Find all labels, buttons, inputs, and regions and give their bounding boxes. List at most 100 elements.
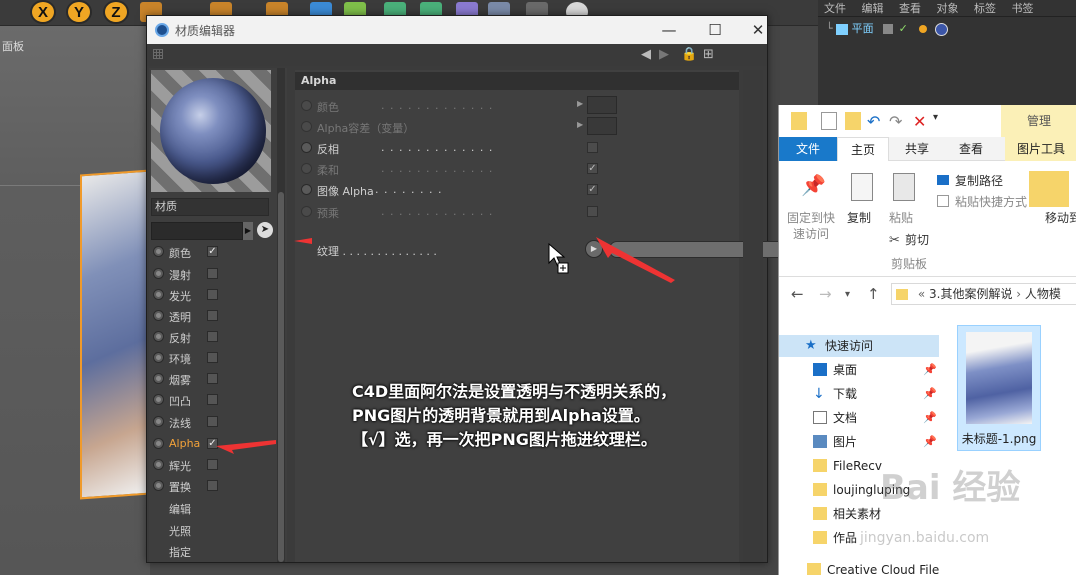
copy-button[interactable]: 复制 <box>847 209 871 226</box>
channel-checkbox[interactable] <box>207 459 218 470</box>
material-editor-titlebar[interactable]: 材质编辑器 — ☐ ✕ <box>147 16 767 44</box>
move-to-icon[interactable] <box>1029 171 1069 207</box>
channel-alpha[interactable]: Alpha ✓ <box>151 434 275 455</box>
paste-shortcut-icon[interactable] <box>937 195 949 207</box>
drag-handle-icon[interactable] <box>153 49 163 59</box>
object-row-plane[interactable]: └ 平面 ✓ <box>826 20 948 38</box>
close-button[interactable]: ✕ <box>751 20 765 40</box>
nav-pictures[interactable]: 图片 📌 <box>793 431 939 453</box>
channel-radio[interactable] <box>153 373 164 384</box>
prop-radio[interactable] <box>301 142 312 153</box>
new-folder-icon[interactable] <box>845 112 861 130</box>
y-axis-button[interactable]: Y <box>66 0 92 24</box>
channel-radio[interactable] <box>153 438 164 449</box>
prop-radio[interactable] <box>301 163 312 174</box>
channel-bump[interactable]: 凹凸 <box>151 390 275 411</box>
tag-dots-icon[interactable] <box>919 25 928 33</box>
pin-icon[interactable]: 📌 <box>923 383 937 405</box>
expand-arrow-icon[interactable]: ▶ <box>577 99 583 108</box>
z-axis-button[interactable]: Z <box>103 0 129 24</box>
prop-soft[interactable]: 柔和 . . . . . . . . . . . . . ✓ <box>301 159 631 179</box>
nav-documents[interactable]: 文档 📌 <box>793 407 939 429</box>
copy-path-button[interactable]: 复制路径 <box>955 172 1003 189</box>
soft-checkbox[interactable]: ✓ <box>587 163 598 174</box>
tab-home[interactable]: 主页 <box>837 137 889 161</box>
back-arrow-icon[interactable]: ◀ <box>641 47 651 62</box>
channel-checkbox[interactable] <box>207 416 218 427</box>
prop-texture[interactable]: 纹理 . . . . . . . . . . . . . . ▶ ... <box>301 240 891 260</box>
channel-checkbox[interactable]: ✓ <box>207 438 218 449</box>
channel-normal[interactable]: 法线 <box>151 412 275 433</box>
paste-shortcut-button[interactable]: 粘贴快捷方式 <box>955 193 1027 210</box>
tab-share[interactable]: 共享 <box>895 137 939 161</box>
channel-checkbox[interactable] <box>207 268 218 279</box>
prop-alpha-tolerance[interactable]: Alpha容差（变量） ▶ <box>301 117 631 137</box>
menu-bookmarks[interactable]: 书签 <box>1012 2 1034 15</box>
channel-radio[interactable] <box>153 331 164 342</box>
pin-icon[interactable]: 📌 <box>923 431 937 453</box>
prop-radio[interactable] <box>301 184 312 195</box>
x-axis-button[interactable]: X <box>30 0 56 24</box>
menu-tags[interactable]: 标签 <box>974 2 996 15</box>
channel-checkbox[interactable] <box>207 373 218 384</box>
path-overflow[interactable]: « <box>918 287 925 301</box>
paste-button[interactable]: 粘贴 <box>889 209 913 226</box>
channel-fog[interactable]: 烟雾 <box>151 369 275 390</box>
new-window-icon[interactable]: ⊞ <box>703 47 714 62</box>
premultiplied-checkbox[interactable] <box>587 206 598 217</box>
texture-menu-button[interactable]: ▶ <box>585 240 603 258</box>
move-to-button[interactable]: 移动到 <box>1045 209 1076 226</box>
customize-dropdown-icon[interactable]: ▾ <box>933 112 949 130</box>
pin-quick-access-label[interactable]: 固定到快 <box>787 209 835 226</box>
viewport-panel-label[interactable]: 面板 <box>2 38 24 54</box>
undo-icon[interactable]: ↶ <box>867 112 885 131</box>
properties-icon[interactable] <box>821 112 837 130</box>
prop-color[interactable]: 颜色 . . . . . . . . . . . . . ▶ <box>301 96 631 116</box>
channel-checkbox[interactable] <box>207 310 218 321</box>
prop-image-alpha[interactable]: 图像 Alpha. . . . . . . . ✓ <box>301 180 631 200</box>
channel-environment[interactable]: 环境 <box>151 348 275 369</box>
recent-dropdown-icon[interactable]: ▾ <box>845 289 850 300</box>
object-name[interactable]: 平面 <box>852 22 874 35</box>
image-alpha-checkbox[interactable]: ✓ <box>587 184 598 195</box>
edit-tab[interactable]: 编辑 <box>169 501 191 517</box>
channel-radio[interactable] <box>153 268 164 279</box>
nav-desktop[interactable]: 桌面 📌 <box>793 359 939 381</box>
pin-quick-access-label-2[interactable]: 速访问 <box>793 225 829 242</box>
tab-picture-tools[interactable]: 图片工具 <box>1005 137 1076 161</box>
prop-premultiplied[interactable]: 预乘 . . . . . . . . . . . . . <box>301 202 631 222</box>
nav-creative-cloud[interactable]: Creative Cloud Files <box>793 559 946 575</box>
path-segment-2[interactable]: 人物模 <box>1025 287 1061 301</box>
cut-button[interactable]: 剪切 <box>905 231 929 248</box>
nav-quick-access[interactable]: ★ 快速访问 <box>779 335 939 357</box>
pin-icon[interactable]: 📌 <box>801 173 826 197</box>
prop-radio[interactable] <box>301 100 312 111</box>
pin-icon[interactable]: 📌 <box>923 407 937 429</box>
scissors-icon[interactable]: ✂ <box>889 233 900 248</box>
material-preview[interactable] <box>151 70 271 192</box>
channel-radio[interactable] <box>153 310 164 321</box>
prop-radio[interactable] <box>301 121 312 132</box>
delta-swatch[interactable] <box>587 117 617 135</box>
prop-invert[interactable]: 反相 . . . . . . . . . . . . . <box>301 138 631 158</box>
textured-plane-object[interactable] <box>80 169 150 500</box>
channel-transparency[interactable]: 透明 <box>151 306 275 327</box>
picker-icon[interactable]: ➤ <box>257 222 273 238</box>
channel-checkbox[interactable] <box>207 394 218 405</box>
address-box[interactable]: « 3.其他案例解说 › 人物模 <box>891 283 1076 305</box>
channel-checkbox[interactable] <box>207 289 218 300</box>
delete-icon[interactable]: ✕ <box>913 112 929 131</box>
channel-radio[interactable] <box>153 480 164 491</box>
channel-checkbox[interactable] <box>207 352 218 363</box>
channel-reflectance[interactable]: 反射 <box>151 327 275 348</box>
pin-icon[interactable]: 📌 <box>923 359 937 381</box>
channel-checkbox[interactable] <box>207 331 218 342</box>
name-field-arrow-button[interactable]: ▶ <box>243 222 253 240</box>
invert-checkbox[interactable] <box>587 142 598 153</box>
channel-luminance[interactable]: 发光 <box>151 285 275 306</box>
up-button[interactable]: ↑ <box>867 285 880 303</box>
manage-context-tab[interactable]: 管理 <box>1001 105 1076 137</box>
visible-check-icon[interactable]: ✓ <box>899 22 908 35</box>
channel-radio[interactable] <box>153 416 164 427</box>
channel-glow[interactable]: 辉光 <box>151 455 275 476</box>
